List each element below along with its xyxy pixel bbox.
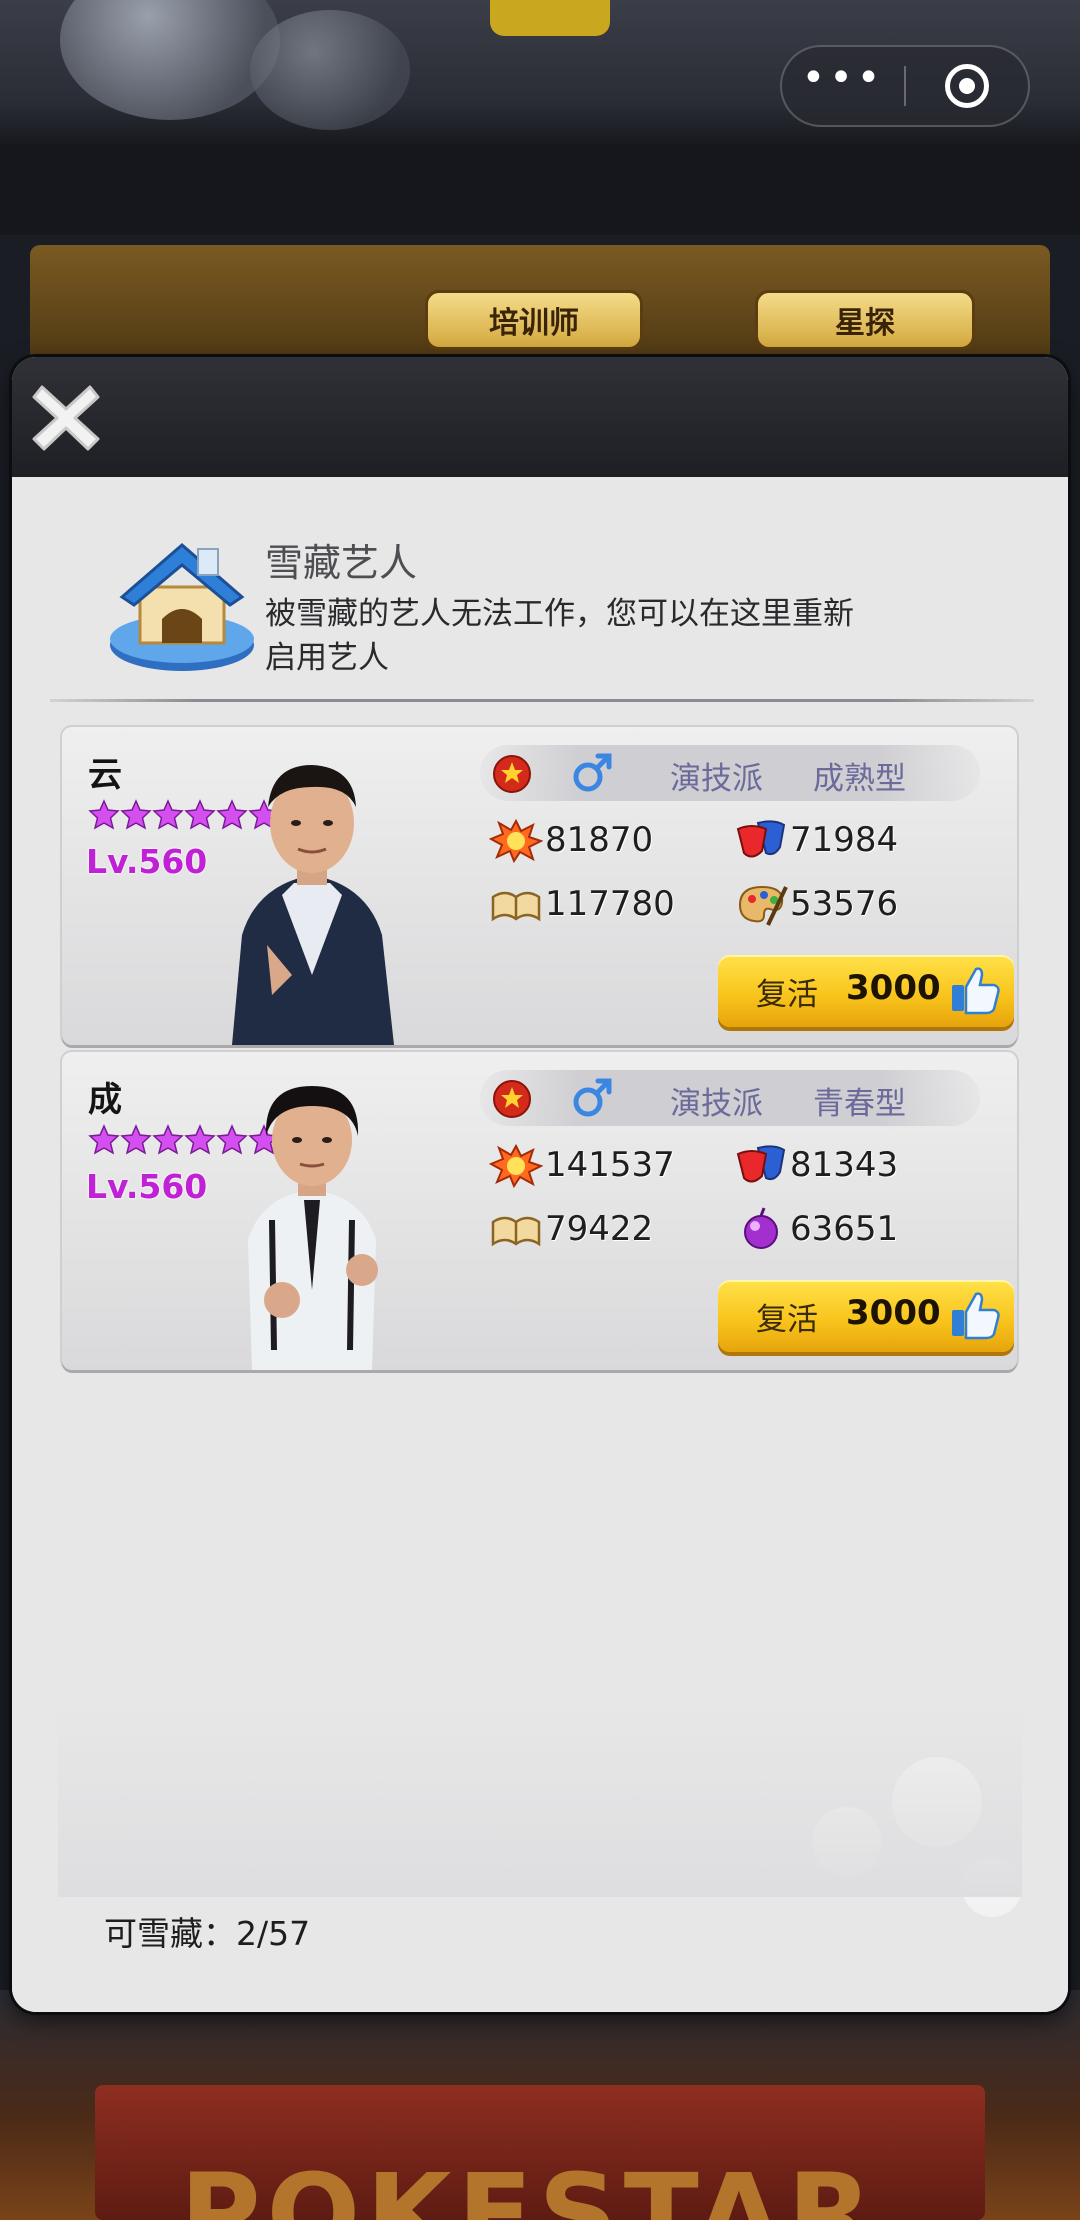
artist-name: 成	[88, 1080, 122, 1120]
artist-level: Lv.560	[86, 842, 208, 881]
freeze-capacity-label: 可雪藏：	[104, 1914, 236, 1953]
revive-button[interactable]: 复活 3000	[718, 1280, 1014, 1352]
more-dots-icon[interactable]: •••	[782, 58, 904, 98]
drama-mask-icon	[736, 1145, 786, 1183]
revive-button[interactable]: 复活 3000	[718, 955, 1014, 1027]
stat-value: 79422	[545, 1209, 654, 1249]
male-icon	[573, 1078, 612, 1117]
doghouse-icon	[110, 543, 254, 671]
star-icon	[120, 799, 152, 830]
revive-cost: 3000	[846, 1293, 941, 1333]
thumbs-up-icon	[952, 967, 1000, 1015]
dialog-title: 雪藏艺人	[265, 541, 418, 585]
stat-drama: 81343	[734, 1142, 898, 1188]
male-icon	[573, 753, 612, 792]
list-scroll-area[interactable]	[58, 1702, 1022, 1897]
stat-explosion: 81870	[489, 817, 653, 863]
revive-button-label: 复活	[756, 977, 818, 1013]
stat-value: 63651	[790, 1209, 899, 1249]
scout-sign-label: 星探	[835, 306, 895, 341]
star-icon	[152, 799, 184, 830]
stat-book: 79422	[489, 1206, 653, 1252]
china-flag-icon	[493, 755, 531, 793]
header-divider	[50, 699, 1034, 702]
star-icon	[88, 799, 120, 830]
book-icon	[491, 891, 541, 922]
purple-orb-icon	[744, 1207, 778, 1249]
explosion-icon	[489, 1143, 543, 1188]
stat-art: 53576	[734, 881, 898, 927]
stat-explosion: 141537	[489, 1142, 675, 1188]
artist-tags: 演技派 青春型	[480, 1070, 980, 1126]
artist-name: 云	[88, 755, 122, 795]
artist-style: 演技派	[670, 761, 763, 797]
stat-value: 71984	[790, 820, 899, 860]
background-figure	[490, 0, 610, 36]
background-orb	[60, 0, 280, 120]
book-icon	[491, 1216, 541, 1247]
revive-button-label: 复活	[756, 1302, 818, 1338]
artist-type: 青春型	[813, 1086, 906, 1122]
stat-value: 81343	[790, 1145, 899, 1185]
trainer-sign: 培训师	[425, 290, 643, 350]
target-circle-icon[interactable]	[906, 64, 1028, 108]
artist-style: 演技派	[670, 1086, 763, 1122]
stat-value: 141537	[545, 1145, 675, 1185]
artist-portrait[interactable]	[212, 745, 412, 1045]
stat-drama: 71984	[734, 817, 898, 863]
artist-tags: 演技派 成熟型	[480, 745, 980, 801]
dialog-body: 雪藏艺人 被雪藏的艺人无法工作，您可以在这里重新启用艺人 云 Lv.560 演技…	[12, 477, 1068, 2012]
game-logo: POKESTAR	[180, 2150, 879, 2220]
freeze-capacity: 可雪藏：2/57	[104, 1907, 310, 1955]
freeze-capacity-value: 2/57	[236, 1914, 311, 1953]
star-icon	[120, 1124, 152, 1155]
stat-orb: 63651	[734, 1206, 898, 1252]
artist-card: 云 Lv.560 演技派 成熟型 81870 71984 117780 5357…	[62, 727, 1017, 1045]
stat-value: 81870	[545, 820, 654, 860]
stat-value: 117780	[545, 884, 675, 924]
artist-type: 成熟型	[813, 761, 906, 797]
dialog-header	[12, 357, 1068, 477]
thumbs-up-icon	[952, 1292, 1000, 1340]
star-icon	[152, 1124, 184, 1155]
revive-cost: 3000	[846, 968, 941, 1008]
background-strip	[0, 145, 1080, 235]
paint-palette-icon	[738, 885, 788, 926]
artist-card: 成 Lv.560 演技派 青春型 141537 81343 79422 6365…	[62, 1052, 1017, 1370]
drama-mask-icon	[736, 820, 786, 858]
star-icon	[88, 1124, 120, 1155]
frozen-artists-dialog: 雪藏艺人 被雪藏的艺人无法工作，您可以在这里重新启用艺人 云 Lv.560 演技…	[12, 357, 1068, 2012]
trainer-sign-label: 培训师	[489, 306, 579, 341]
china-flag-icon	[493, 1080, 531, 1118]
stat-book: 117780	[489, 881, 675, 927]
dialog-description: 被雪藏的艺人无法工作，您可以在这里重新启用艺人	[265, 596, 854, 676]
close-x-icon[interactable]	[26, 377, 106, 457]
miniprogram-capsule: •••	[780, 45, 1030, 127]
explosion-icon	[489, 818, 543, 863]
artist-portrait[interactable]	[212, 1070, 412, 1370]
scout-sign: 星探	[755, 290, 975, 350]
background-orb	[250, 10, 410, 130]
stat-value: 53576	[790, 884, 899, 924]
artist-level: Lv.560	[86, 1167, 208, 1206]
